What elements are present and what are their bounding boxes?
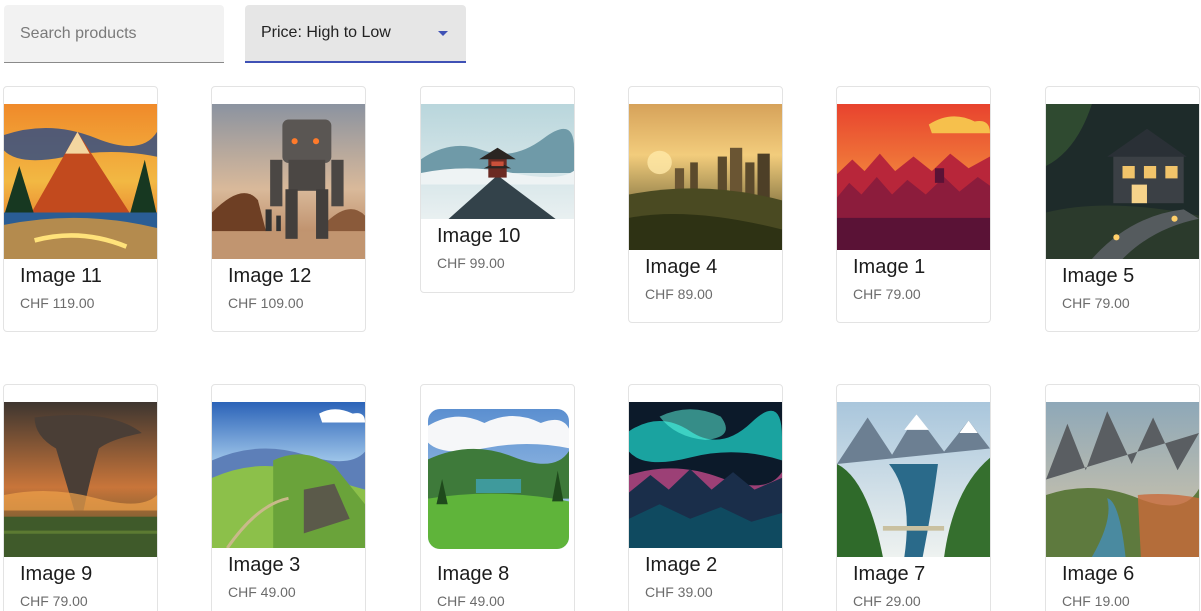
product-price: CHF 49.00 <box>228 584 296 600</box>
product-grid: Image 11 CHF 119.00 Image 12 CHF 109.00 … <box>0 0 1201 611</box>
product-card[interactable]: Image 7 CHF 29.00 <box>836 384 991 611</box>
product-price: CHF 119.00 <box>20 295 95 311</box>
product-image <box>837 402 990 557</box>
product-card[interactable]: Image 11 CHF 119.00 <box>3 86 158 332</box>
product-image <box>212 402 365 548</box>
product-price: CHF 19.00 <box>1062 593 1130 609</box>
product-card[interactable]: Image 2 CHF 39.00 <box>628 384 783 611</box>
product-card[interactable]: Image 8 CHF 49.00 <box>420 384 575 611</box>
product-image <box>421 104 574 219</box>
product-price: CHF 99.00 <box>437 255 505 271</box>
product-title: Image 12 <box>228 265 312 287</box>
product-price: CHF 79.00 <box>1062 295 1130 311</box>
product-card[interactable]: Image 1 CHF 79.00 <box>836 86 991 323</box>
product-card[interactable]: Image 12 CHF 109.00 <box>211 86 366 332</box>
product-image <box>629 402 782 548</box>
product-card[interactable]: Image 9 CHF 79.00 <box>3 384 158 611</box>
product-price: CHF 109.00 <box>228 295 304 311</box>
product-image <box>837 104 990 250</box>
product-card[interactable]: Image 5 CHF 79.00 <box>1045 86 1200 332</box>
product-card[interactable]: Image 4 CHF 89.00 <box>628 86 783 323</box>
product-title: Image 4 <box>645 256 718 278</box>
product-title: Image 2 <box>645 554 718 576</box>
product-title: Image 9 <box>20 563 93 585</box>
product-title: Image 8 <box>437 563 510 585</box>
product-card[interactable]: Image 6 CHF 19.00 <box>1045 384 1200 611</box>
product-card[interactable]: Image 3 CHF 49.00 <box>211 384 366 611</box>
product-title: Image 5 <box>1062 265 1135 287</box>
product-image <box>4 402 157 557</box>
product-image <box>629 104 782 250</box>
product-card[interactable]: Image 10 CHF 99.00 <box>420 86 575 293</box>
product-title: Image 11 <box>20 265 102 287</box>
product-image <box>1046 402 1199 557</box>
product-image <box>428 409 569 549</box>
product-price: CHF 89.00 <box>645 286 713 302</box>
product-price: CHF 39.00 <box>645 584 713 600</box>
product-title: Image 7 <box>853 563 926 585</box>
product-image <box>212 104 365 259</box>
product-price: CHF 79.00 <box>20 593 88 609</box>
product-title: Image 6 <box>1062 563 1135 585</box>
product-price: CHF 29.00 <box>853 593 921 609</box>
product-price: CHF 79.00 <box>853 286 921 302</box>
product-image <box>4 104 157 259</box>
product-title: Image 3 <box>228 554 301 576</box>
product-price: CHF 49.00 <box>437 593 505 609</box>
product-title: Image 1 <box>853 256 926 278</box>
product-title: Image 10 <box>437 225 521 247</box>
product-image <box>1046 104 1199 259</box>
